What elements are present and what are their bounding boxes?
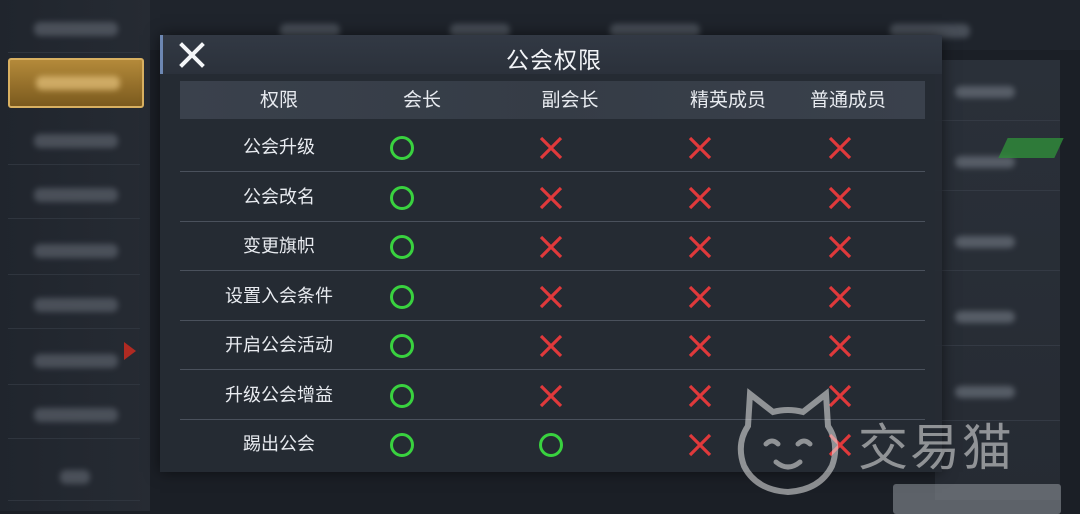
- red-x-icon: [687, 333, 713, 359]
- red-x-icon: [827, 135, 853, 161]
- table-row: 变更旗帜: [180, 222, 925, 271]
- table-row: 升级公会增益: [180, 371, 925, 420]
- red-x-icon: [827, 284, 853, 310]
- circle-check-icon: [389, 383, 415, 409]
- red-x-icon: [538, 135, 564, 161]
- background-arrow-icon: [124, 342, 136, 360]
- red-x-icon: [687, 135, 713, 161]
- background-sidebar-item: [8, 282, 140, 329]
- background-sidebar-item: [8, 118, 140, 165]
- column-header-regular-member: 普通成员: [809, 89, 886, 111]
- red-x-icon: [687, 432, 713, 458]
- circle-check-icon: [538, 432, 564, 458]
- background-button: [893, 484, 1061, 514]
- circle-check-icon: [389, 432, 415, 458]
- circle-check-icon: [389, 185, 415, 211]
- background-sidebar-item: [8, 392, 140, 439]
- red-x-icon: [827, 185, 853, 211]
- permission-label: 公会升级: [243, 137, 315, 158]
- permission-label: 设置入会条件: [225, 285, 333, 307]
- red-x-icon: [827, 383, 853, 409]
- red-x-icon: [687, 383, 713, 409]
- background-sidebar-item: [8, 6, 140, 53]
- column-header-vice-leader: 副会长: [541, 89, 599, 111]
- red-x-icon: [538, 185, 564, 211]
- circle-check-icon: [389, 135, 415, 161]
- red-x-icon: [827, 432, 853, 458]
- red-x-icon: [538, 383, 564, 409]
- permission-label: 升级公会增益: [225, 384, 333, 406]
- table-row: 公会改名: [180, 173, 925, 222]
- background-sidebar-item: [8, 338, 140, 385]
- red-x-icon: [687, 234, 713, 260]
- background-sidebar-item: [8, 454, 140, 501]
- red-x-icon: [827, 333, 853, 359]
- red-x-icon: [827, 234, 853, 260]
- background-sidebar: [0, 0, 150, 511]
- dialog-title: 公会权限: [506, 48, 602, 74]
- permission-label: 踢出公会: [243, 434, 315, 455]
- permission-label: 公会改名: [243, 186, 315, 208]
- guild-permissions-dialog: 公会权限 权限 会长 副会长 精英成员 普通成员 公会升级公会改名变更旗帜设置入…: [160, 35, 942, 472]
- background-sidebar-item: [8, 172, 140, 219]
- column-header-permission: 权限: [259, 89, 298, 111]
- red-x-icon: [687, 284, 713, 310]
- column-header-elite-member: 精英成员: [689, 89, 766, 111]
- red-x-icon: [687, 185, 713, 211]
- background-sidebar-item: [8, 228, 140, 275]
- table-row: 踢出公会: [180, 420, 925, 469]
- background-tag: [998, 138, 1064, 158]
- background-list: [935, 60, 1060, 500]
- red-x-icon: [538, 333, 564, 359]
- table-row: 公会升级: [180, 123, 925, 172]
- dialog-header: 公会权限: [160, 35, 942, 74]
- table-row: 开启公会活动: [180, 321, 925, 370]
- table-header: 权限 会长 副会长 精英成员 普通成员: [180, 81, 925, 119]
- red-x-icon: [538, 284, 564, 310]
- column-header-leader: 会长: [402, 89, 441, 111]
- permission-label: 变更旗帜: [243, 236, 315, 257]
- circle-check-icon: [389, 234, 415, 260]
- circle-check-icon: [389, 333, 415, 359]
- table-row: 设置入会条件: [180, 272, 925, 321]
- permission-label: 开启公会活动: [225, 335, 333, 356]
- background-sidebar-item-active: [8, 58, 144, 108]
- circle-check-icon: [389, 284, 415, 310]
- red-x-icon: [538, 234, 564, 260]
